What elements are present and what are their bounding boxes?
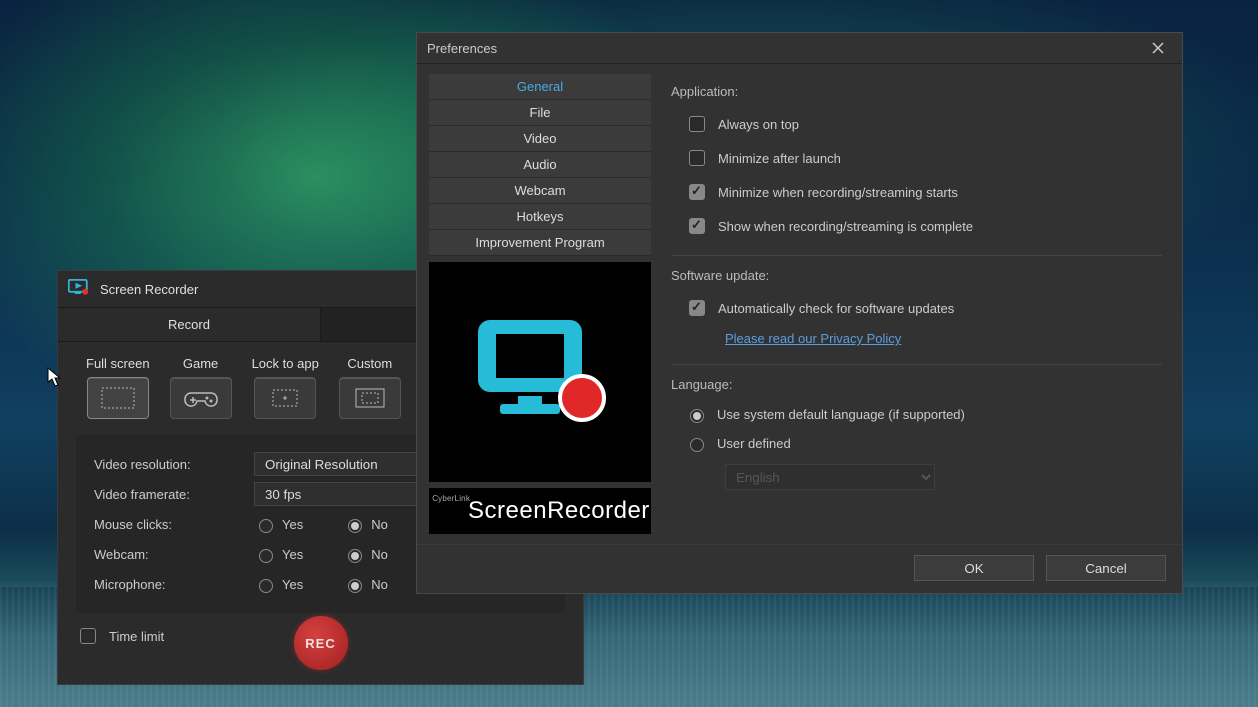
mouse-clicks-no[interactable]: No <box>343 516 388 533</box>
auto-check-updates-checkbox[interactable] <box>689 300 705 316</box>
close-button[interactable] <box>1144 36 1172 60</box>
brand-wordmark: CyberLink ScreenRecorder <box>429 488 651 534</box>
mode-label: Custom <box>347 356 392 371</box>
language-system-label: Use system default language (if supporte… <box>717 407 965 422</box>
microphone-label: Microphone: <box>94 577 254 592</box>
sidebar-tab-webcam[interactable]: Webcam <box>429 178 651 204</box>
mode-label: Full screen <box>86 356 150 371</box>
video-framerate-label: Video framerate: <box>94 487 254 502</box>
microphone-yes[interactable]: Yes <box>254 576 303 593</box>
record-button[interactable]: REC <box>294 616 348 670</box>
sidebar-tab-general[interactable]: General <box>429 74 651 100</box>
preferences-sidebar: General File Video Audio Webcam Hotkeys … <box>429 74 651 534</box>
cancel-button[interactable]: Cancel <box>1046 555 1166 581</box>
mode-locktoapp-button[interactable] <box>254 377 316 419</box>
mode-game-button[interactable] <box>170 377 232 419</box>
mode-locktoapp[interactable]: Lock to app <box>252 356 319 419</box>
minimize-after-launch-label: Minimize after launch <box>718 151 841 166</box>
sidebar-tab-improvement[interactable]: Improvement Program <box>429 230 651 256</box>
preferences-title: Preferences <box>427 41 497 56</box>
show-when-complete-checkbox[interactable] <box>689 218 705 234</box>
close-icon <box>1152 42 1164 54</box>
minimize-after-launch-checkbox[interactable] <box>689 150 705 166</box>
mode-custom-button[interactable] <box>339 377 401 419</box>
language-heading: Language: <box>671 377 1162 392</box>
app-title: Screen Recorder <box>100 282 198 297</box>
video-resolution-label: Video resolution: <box>94 457 254 472</box>
minimize-when-recording-label: Minimize when recording/streaming starts <box>718 185 958 200</box>
custom-region-icon <box>350 385 390 411</box>
software-update-heading: Software update: <box>671 268 1162 283</box>
webcam-no[interactable]: No <box>343 546 388 563</box>
language-select[interactable]: English <box>725 464 935 490</box>
gamepad-icon <box>181 385 221 411</box>
mode-fullscreen[interactable]: Full screen <box>86 356 150 419</box>
time-limit-label: Time limit <box>109 629 164 644</box>
always-on-top-checkbox[interactable] <box>689 116 705 132</box>
mode-label: Game <box>183 356 218 371</box>
language-user-radio[interactable] <box>690 438 704 452</box>
preferences-titlebar[interactable]: Preferences <box>417 33 1182 64</box>
fullscreen-icon <box>98 385 138 411</box>
brand-logo-panel <box>429 262 651 482</box>
privacy-policy-link[interactable]: Please read our Privacy Policy <box>725 331 901 346</box>
sidebar-tab-audio[interactable]: Audio <box>429 152 651 178</box>
always-on-top-label: Always on top <box>718 117 799 132</box>
application-heading: Application: <box>671 84 1162 99</box>
time-limit-checkbox[interactable] <box>80 628 96 644</box>
preferences-button-bar: OK Cancel <box>417 544 1182 593</box>
mode-custom[interactable]: Custom <box>339 356 401 419</box>
ok-button[interactable]: OK <box>914 555 1034 581</box>
microphone-no[interactable]: No <box>343 576 388 593</box>
preferences-content: Application: Always on top Minimize afte… <box>663 74 1170 534</box>
preferences-dialog: Preferences General File Video Audio Web… <box>416 32 1183 594</box>
locktoapp-icon <box>265 385 305 411</box>
mode-fullscreen-button[interactable] <box>87 377 149 419</box>
mode-label: Lock to app <box>252 356 319 371</box>
sidebar-tab-video[interactable]: Video <box>429 126 651 152</box>
sidebar-tab-hotkeys[interactable]: Hotkeys <box>429 204 651 230</box>
sidebar-tab-file[interactable]: File <box>429 100 651 126</box>
mouse-clicks-yes[interactable]: Yes <box>254 516 303 533</box>
mouse-clicks-label: Mouse clicks: <box>94 517 254 532</box>
auto-check-updates-label: Automatically check for software updates <box>718 301 954 316</box>
language-user-label: User defined <box>717 436 791 451</box>
webcam-yes[interactable]: Yes <box>254 546 303 563</box>
tab-record[interactable]: Record <box>58 308 321 341</box>
brand-logo-icon <box>460 302 620 442</box>
webcam-label: Webcam: <box>94 547 254 562</box>
app-logo-icon <box>68 279 92 299</box>
show-when-complete-label: Show when recording/streaming is complet… <box>718 219 973 234</box>
language-system-radio[interactable] <box>690 409 704 423</box>
minimize-when-recording-checkbox[interactable] <box>689 184 705 200</box>
mode-game[interactable]: Game <box>170 356 232 419</box>
